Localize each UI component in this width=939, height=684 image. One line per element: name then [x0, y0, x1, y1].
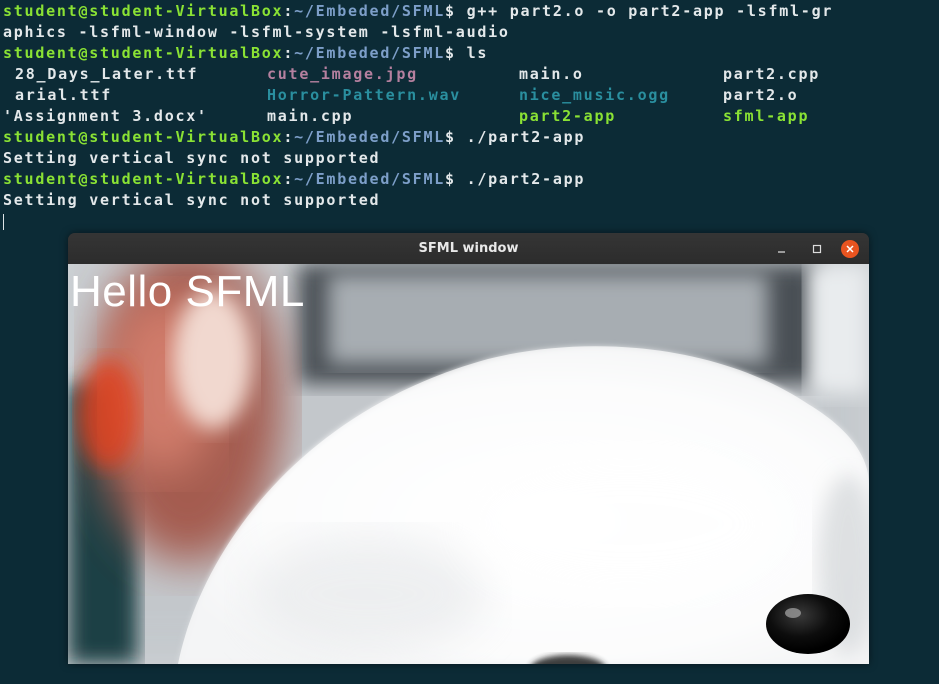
file-entry: 28_Days_Later.ttf: [15, 65, 199, 83]
prompt-path: ~/Embeded/SFML: [294, 170, 446, 188]
prompt-path: ~/Embeded/SFML: [294, 2, 446, 20]
file-entry: main.cpp: [267, 107, 354, 125]
prompt-user: student@student-VirtualBox: [3, 170, 284, 188]
command-text: g++ part2.o -o part2-app -lsfml-gr: [455, 2, 834, 20]
window-titlebar[interactable]: SFML window: [68, 233, 869, 264]
puppy-image: [68, 264, 869, 664]
command-text: ./part2-app: [455, 170, 586, 188]
prompt-path: ~/Embeded/SFML: [294, 44, 446, 62]
terminal-line: student@student-VirtualBox:~/Embeded/SFM…: [3, 44, 489, 62]
file-entry: 'Assignment 3.docx': [3, 107, 208, 125]
file-entry: part2.cpp: [723, 65, 821, 83]
text-cursor: [3, 214, 4, 230]
maximize-icon: [812, 244, 822, 254]
prompt-user: student@student-VirtualBox: [3, 128, 284, 146]
command-text: ls: [455, 44, 489, 62]
file-entry: part2-app: [519, 107, 617, 125]
file-entry: nice_music.ogg: [519, 86, 670, 104]
minimize-button[interactable]: [773, 240, 791, 258]
close-icon: [846, 245, 854, 253]
close-button[interactable]: [841, 240, 859, 258]
maximize-button[interactable]: [808, 240, 826, 258]
prompt-user: student@student-VirtualBox: [3, 44, 284, 62]
terminal-line: student@student-VirtualBox:~/Embeded/SFM…: [3, 128, 586, 146]
file-entry: cute_image.jpg: [267, 65, 418, 83]
sfml-canvas[interactable]: Hello SFML: [68, 264, 869, 664]
minimize-icon: [778, 251, 785, 253]
terminal-output: Setting vertical sync not supported: [3, 191, 381, 209]
terminal-line: aphics -lsfml-window -lsfml-system -lsfm…: [3, 22, 510, 43]
file-entry: arial.ttf: [15, 86, 113, 104]
sfml-window[interactable]: SFML window Hello SFML: [68, 233, 869, 664]
terminal-line: student@student-VirtualBox:~/Embeded/SFM…: [3, 170, 586, 188]
hello-text: Hello SFML: [70, 267, 305, 316]
prompt-user: student@student-VirtualBox: [3, 2, 284, 20]
file-entry: part2.o: [723, 86, 799, 104]
window-title: SFML window: [418, 241, 519, 256]
prompt-path: ~/Embeded/SFML: [294, 128, 446, 146]
terminal-output: Setting vertical sync not supported: [3, 149, 381, 167]
terminal-line: student@student-VirtualBox:~/Embeded/SFM…: [3, 2, 834, 20]
command-text: aphics -lsfml-window -lsfml-system -lsfm…: [3, 23, 510, 41]
command-text: ./part2-app: [455, 128, 586, 146]
file-entry: Horror-Pattern.wav: [267, 86, 462, 104]
file-entry: sfml-app: [723, 107, 810, 125]
file-entry: main.o: [519, 65, 584, 83]
